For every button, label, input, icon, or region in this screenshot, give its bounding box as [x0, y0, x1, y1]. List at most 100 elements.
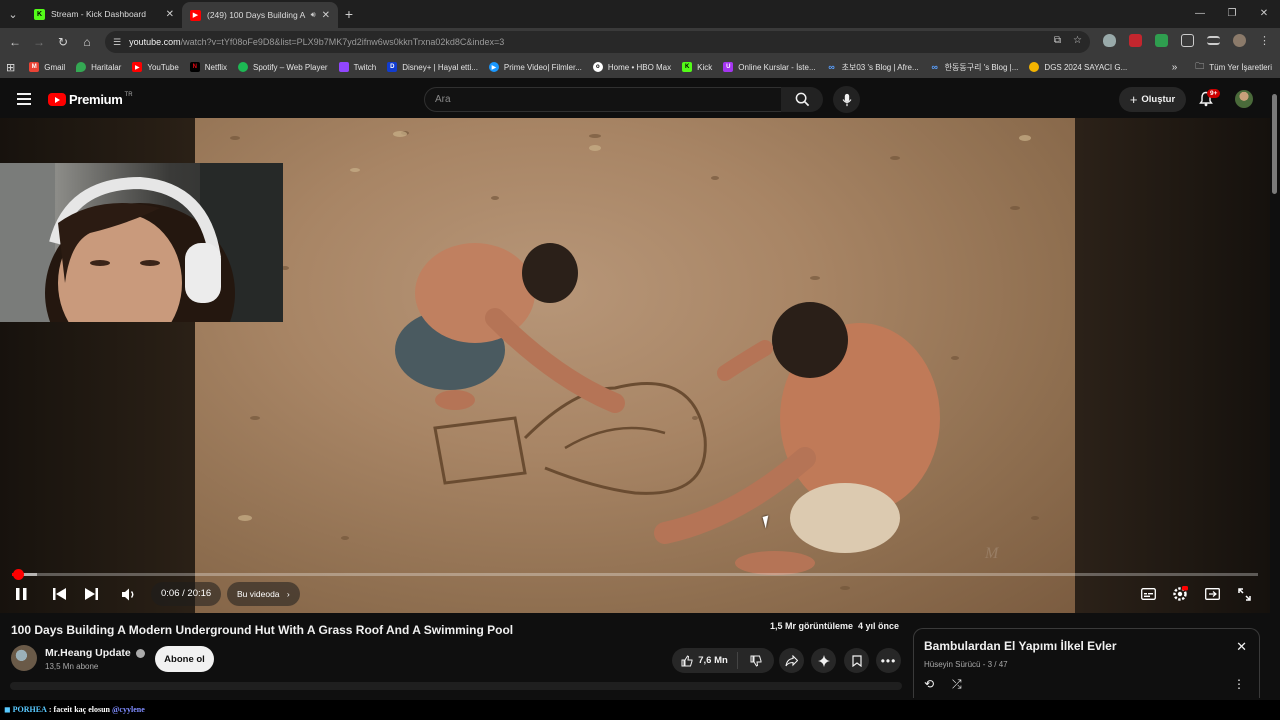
- video-title: 100 Days Building A Modern Underground H…: [11, 623, 514, 637]
- playlist-panel: Bambulardan El Yapımı İlkel Evler Hüseyi…: [913, 628, 1260, 698]
- new-tab-button[interactable]: +: [338, 6, 360, 22]
- like-count: 7,6 Mn: [698, 655, 728, 666]
- restore-button[interactable]: ❐: [1216, 0, 1248, 28]
- green-extension-icon[interactable]: [1155, 34, 1168, 47]
- next-button[interactable]: [82, 583, 100, 605]
- close-window-button[interactable]: ✕: [1248, 0, 1280, 28]
- bookmark-spotify[interactable]: Spotify – Web Player: [238, 62, 328, 72]
- home-icon[interactable]: ⌂: [75, 35, 99, 49]
- tab-search-chevron-icon[interactable]: ⌄: [0, 0, 26, 28]
- dislike-button[interactable]: [738, 655, 774, 667]
- kick-icon: K: [682, 62, 693, 72]
- video-stats: 1,5 Mr görüntüleme 4 yıl önce: [770, 621, 899, 631]
- bookmark-blog-1[interactable]: ∞ 초보03 's Blog | Afre...: [827, 62, 918, 73]
- video-player[interactable]: M 0:06 / 20:16 Bu videoda ›: [0, 118, 1270, 613]
- profile-avatar-icon[interactable]: [1233, 34, 1246, 47]
- reload-icon[interactable]: ↻: [51, 35, 75, 49]
- page-scrollbar[interactable]: [1270, 80, 1280, 700]
- shuffle-icon[interactable]: ⤮: [952, 677, 962, 692]
- more-actions-button[interactable]: •••: [876, 648, 901, 673]
- site-info-icon[interactable]: ☰: [113, 37, 121, 48]
- address-bar[interactable]: ☰ youtube.com/watch?v=tYf08oFe9D8&list=P…: [105, 31, 1090, 53]
- bookmarks-overflow-button[interactable]: »: [1172, 62, 1178, 73]
- bookmark-gmail[interactable]: M Gmail: [29, 62, 65, 72]
- scrubber-handle[interactable]: [13, 569, 25, 580]
- settings-button[interactable]: [1171, 583, 1189, 605]
- more-vertical-icon[interactable]: ⋮: [1233, 677, 1245, 691]
- channel-name: Mr.Heang Update: [45, 647, 131, 659]
- bookmark-icon: [851, 654, 862, 667]
- bookmark-prime[interactable]: ▶ Prime Video| Filmler...: [488, 62, 582, 72]
- shield-extension-icon[interactable]: [1103, 34, 1116, 47]
- subtitles-button[interactable]: [1139, 583, 1157, 605]
- progress-bar[interactable]: [12, 573, 1258, 576]
- create-button[interactable]: + Oluştur: [1119, 87, 1186, 112]
- time-display: 0:06 / 20:16: [151, 582, 222, 606]
- bookmark-youtube[interactable]: ▶ YouTube: [132, 62, 179, 72]
- all-bookmarks-link[interactable]: Tüm Yer İşaretleri: [1209, 63, 1272, 72]
- minimize-button[interactable]: —: [1184, 0, 1216, 28]
- chapters-button[interactable]: Bu videoda ›: [227, 582, 300, 606]
- account-avatar[interactable]: [1235, 90, 1253, 108]
- close-icon[interactable]: ✕: [1236, 639, 1247, 655]
- playlist-title[interactable]: Bambulardan El Yapımı İlkel Evler: [924, 639, 1117, 653]
- bookmark-label: Kick: [697, 62, 713, 72]
- description-box[interactable]: [10, 682, 902, 690]
- share-button[interactable]: [779, 648, 804, 673]
- like-button[interactable]: 7,6 Mn: [672, 652, 738, 669]
- ask-ai-button[interactable]: [811, 648, 836, 673]
- miniplayer-button[interactable]: [1203, 583, 1221, 605]
- video-frame[interactable]: M: [195, 118, 1075, 613]
- playlist-owner[interactable]: Hüseyin Sürücü: [924, 660, 980, 669]
- bookmark-label: DGS 2024 SAYACI G...: [1044, 62, 1128, 72]
- hamburger-menu-icon[interactable]: [17, 93, 31, 105]
- bookmark-star-icon[interactable]: ☆: [1073, 35, 1082, 46]
- close-icon[interactable]: ✕: [166, 9, 174, 20]
- sparkle-icon: [817, 654, 830, 667]
- apps-grid-icon[interactable]: ⊞: [6, 61, 15, 74]
- red-extension-icon[interactable]: [1129, 34, 1142, 47]
- bookmark-netflix[interactable]: N Netflix: [189, 62, 227, 72]
- back-arrow-icon[interactable]: ←: [3, 35, 27, 49]
- channel-avatar[interactable]: [11, 645, 37, 671]
- loop-icon[interactable]: ⟲: [924, 677, 934, 691]
- tab-strip: ⌄ K Stream - Kick Dashboard ✕ ▶ (249) 10…: [0, 0, 1280, 28]
- bookmark-twitch[interactable]: Twitch: [338, 62, 376, 72]
- puzzle-icon[interactable]: [1181, 34, 1194, 47]
- chat-username: PORHEA: [12, 705, 47, 714]
- install-app-icon[interactable]: ⧉: [1054, 35, 1061, 46]
- forward-arrow-icon[interactable]: →: [27, 35, 51, 49]
- save-button[interactable]: [844, 648, 869, 673]
- webcam-person-illustration: [0, 163, 283, 322]
- pause-button[interactable]: [12, 583, 30, 605]
- browser-menu-icon[interactable]: ⋮: [1259, 34, 1270, 47]
- bookmark-label: YouTube: [147, 62, 179, 72]
- channel-name-link[interactable]: Mr.Heang Update: [45, 647, 145, 659]
- youtube-icon: ▶: [190, 9, 201, 21]
- bookmark-hbo[interactable]: o Home • HBO Max: [592, 62, 671, 72]
- search-button[interactable]: [781, 87, 823, 112]
- bookmark-kick[interactable]: K Kick: [682, 62, 712, 72]
- bookmark-maps[interactable]: Haritalar: [76, 62, 121, 72]
- scrollbar-thumb[interactable]: [1272, 94, 1277, 194]
- subscribe-button[interactable]: Abone ol: [155, 646, 214, 672]
- bookmark-dgs[interactable]: DGS 2024 SAYACI G...: [1029, 62, 1127, 72]
- bookmark-disney[interactable]: D Disney+ | Hayal etti...: [387, 62, 478, 72]
- speaker-icon[interactable]: 🔊︎: [311, 10, 316, 20]
- microphone-icon: [842, 93, 851, 106]
- media-control-icon[interactable]: [1207, 36, 1220, 45]
- bookmark-udemy[interactable]: U Online Kurslar - İste...: [723, 62, 816, 72]
- voice-search-button[interactable]: [833, 86, 860, 113]
- bookmarks-right: » 🗀 Tüm Yer İşaretleri: [1172, 56, 1272, 78]
- bookmark-blog-2[interactable]: ∞ 한동동구리 's Blog |...: [930, 62, 1018, 73]
- thumbs-down-icon: [750, 655, 762, 667]
- fullscreen-button[interactable]: [1235, 583, 1253, 605]
- volume-button[interactable]: [120, 583, 138, 605]
- tab-kick-dashboard[interactable]: K Stream - Kick Dashboard ✕: [26, 0, 182, 28]
- previous-button[interactable]: [50, 583, 68, 605]
- close-icon[interactable]: ✕: [322, 10, 330, 21]
- youtube-premium-logo[interactable]: Premium TR: [48, 92, 133, 107]
- bookmark-label: Disney+ | Hayal etti...: [402, 62, 478, 72]
- search-input[interactable]: [425, 88, 781, 111]
- tab-youtube-video[interactable]: ▶ (249) 100 Days Building A M 🔊︎ ✕: [182, 2, 338, 28]
